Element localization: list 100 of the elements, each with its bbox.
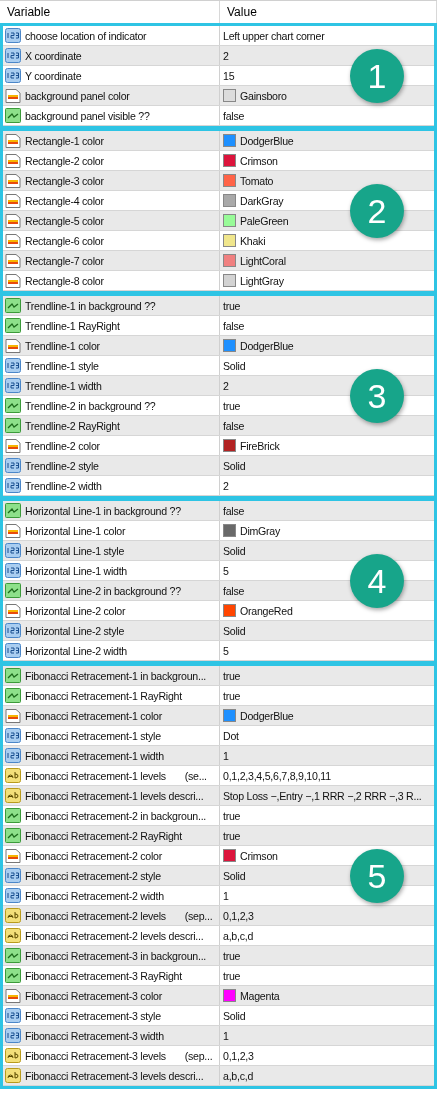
variable-cell: Trendline-1 color [3,336,220,355]
value-text[interactable]: Gainsboro [240,89,287,102]
variable-cell: Fibonacci Retracement-2 in backgroun... [3,806,220,825]
number-tag-icon [5,1028,21,1043]
variable-cell: Fibonacci Retracement-2 levels (sep... [3,906,220,925]
value-text[interactable]: false [223,504,245,517]
value-text[interactable]: 15 [223,69,235,82]
variable-cell: Fibonacci Retracement-2 style [3,866,220,885]
variable-cell: Fibonacci Retracement-3 color [3,986,220,1005]
variable-cell: Rectangle-5 color [3,211,220,230]
value-text[interactable]: LightCoral [240,254,286,267]
number-tag-icon [5,68,21,83]
value-text[interactable]: true [223,689,241,702]
variable-cell: Fibonacci Retracement-1 style [3,726,220,745]
value-text[interactable]: 0,1,2,3 [223,1049,254,1062]
value-text[interactable]: Left upper chart corner [223,29,325,42]
variable-cell: Trendline-2 color [3,436,220,455]
value-text[interactable]: 1 [223,1029,229,1042]
number-tag-icon [5,643,21,658]
variable-cell: Horizontal Line-2 style [3,621,220,640]
value-text[interactable]: a,b,c,d [223,929,254,942]
variable-cell: Rectangle-7 color [3,251,220,270]
value-text[interactable]: false [223,419,245,432]
number-tag-icon [5,888,21,903]
value-text[interactable]: Solid [223,869,246,882]
variable-cell: Fibonacci Retracement-1 RayRight [3,686,220,705]
text-tag-icon [5,1068,21,1083]
value-text[interactable]: true [223,949,241,962]
variable-cell: Rectangle-1 color [3,131,220,150]
value-text[interactable]: false [223,109,245,122]
variable-cell: Horizontal Line-2 width [3,641,220,660]
value-text[interactable]: Crimson [240,849,278,862]
value-text[interactable]: PaleGreen [240,214,289,227]
value-text[interactable]: Dot [223,729,239,742]
variable-cell: Trendline-1 style [3,356,220,375]
value-text[interactable]: true [223,829,241,842]
value-text[interactable]: DodgerBlue [240,339,294,352]
value-text[interactable]: 0,1,2,3,4,5,6,7,8,9,10,11 [223,769,331,782]
value-text[interactable]: 2 [223,49,229,62]
value-text[interactable]: 5 [223,564,229,577]
color-swatch-icon [5,338,21,353]
variable-cell: Fibonacci Retracement-2 width [3,886,220,905]
value-text[interactable]: DodgerBlue [240,134,294,147]
value-text[interactable]: true [223,969,241,982]
variable-cell: Rectangle-6 color [3,231,220,250]
number-tag-icon [5,478,21,493]
value-text[interactable]: LightGray [240,274,284,287]
text-tag-icon [5,908,21,923]
color-swatch-icon [5,88,21,103]
value-text[interactable]: 1 [223,889,229,902]
value-text[interactable]: Tomato [240,174,274,187]
variable-cell: Fibonacci Retracement-3 levels (sep... [3,1046,220,1065]
variable-cell: Trendline-2 width [3,476,220,495]
value-text[interactable]: true [223,299,241,312]
value-text[interactable]: 1 [223,749,229,762]
text-tag-icon [5,768,21,783]
value-text[interactable]: FireBrick [240,439,280,452]
color-swatch-icon [5,173,21,188]
variable-cell: Fibonacci Retracement-3 levels descri... [3,1066,220,1085]
value-text[interactable]: Crimson [240,154,278,167]
variable-cell: Fibonacci Retracement-3 RayRight [3,966,220,985]
variable-cell: Fibonacci Retracement-1 in backgroun... [3,666,220,685]
value-text[interactable]: 2 [223,479,229,492]
value-text[interactable]: Solid [223,359,246,372]
variable-cell: Horizontal Line-1 width [3,561,220,580]
value-text[interactable]: OrangeRed [240,604,293,617]
variable-cell: Trendline-2 style [3,456,220,475]
variable-cell: Rectangle-8 color [3,271,220,290]
value-text[interactable]: Magenta [240,989,280,1002]
value-text[interactable]: false [223,319,245,332]
value-text[interactable]: Solid [223,1009,246,1022]
variable-cell: choose location of indicator [3,26,220,45]
value-text[interactable]: Solid [223,544,246,557]
text-tag-icon [5,1048,21,1063]
value-text[interactable]: Khaki [240,234,266,247]
value-text[interactable]: DodgerBlue [240,709,294,722]
text-tag-icon [5,788,21,803]
variable-cell: Trendline-2 in background ?? [3,396,220,415]
variable-cell: Fibonacci Retracement-1 color [3,706,220,725]
variable-cell: Rectangle-3 color [3,171,220,190]
value-text[interactable]: 5 [223,644,229,657]
value-text[interactable]: 2 [223,379,229,392]
value-text[interactable]: Solid [223,459,246,472]
variable-cell: Y coordinate [3,66,220,85]
value-text[interactable]: true [223,809,241,822]
value-text[interactable]: a,b,c,d [223,1069,254,1082]
value-text[interactable]: Stop Loss −,Entry −,1 RRR −,2 RRR −,3 R... [223,789,422,802]
color-swatch-icon [5,253,21,268]
number-tag-icon [5,623,21,638]
value-text[interactable]: DimGray [240,524,281,537]
value-text[interactable]: true [223,669,241,682]
variable-cell: Rectangle-2 color [3,151,220,170]
value-text[interactable]: DarkGray [240,194,284,207]
variable-cell: Trendline-1 in background ?? [3,296,220,315]
value-text[interactable]: false [223,584,245,597]
variable-cell: Horizontal Line-1 in background ?? [3,501,220,520]
value-text[interactable]: Solid [223,624,246,637]
value-text[interactable]: true [223,399,241,412]
color-swatch-icon [5,133,21,148]
value-text[interactable]: 0,1,2,3 [223,909,254,922]
